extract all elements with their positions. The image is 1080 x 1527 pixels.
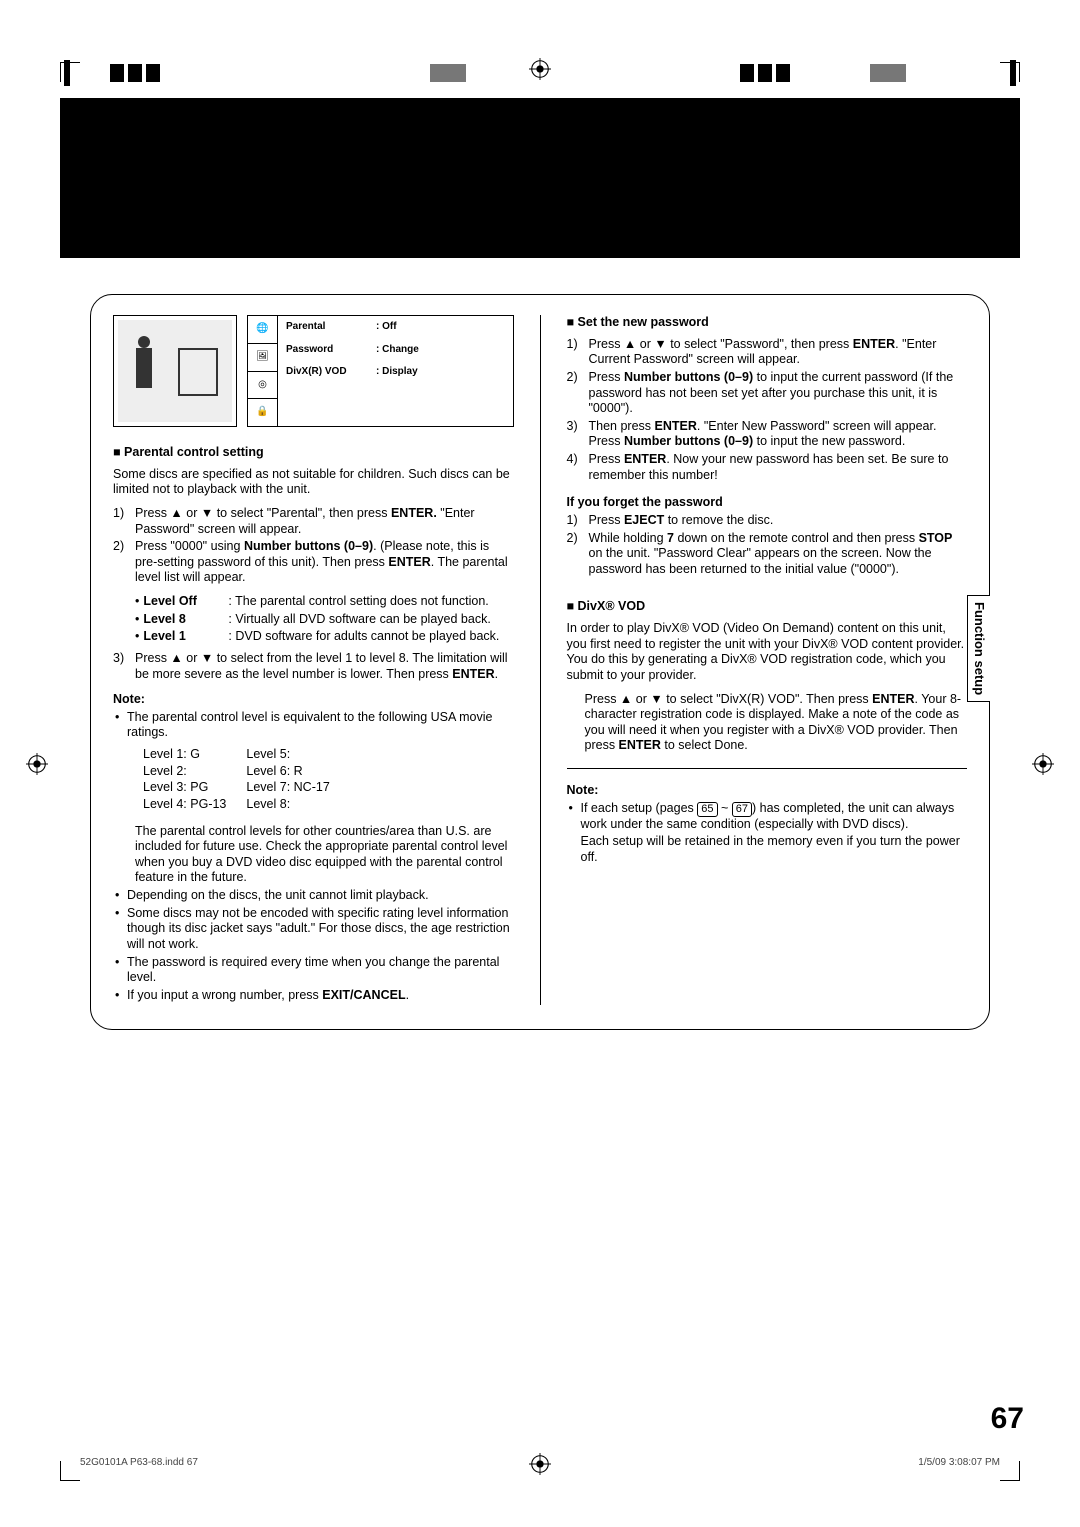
step-item: 3)Then press ENTER. "Enter New Password"… — [567, 419, 968, 450]
registration-mark-icon — [1032, 753, 1054, 775]
column-divider — [540, 315, 541, 1005]
tv-scene-thumbnail — [113, 315, 237, 427]
note-item: Depending on the discs, the unit cannot … — [113, 888, 514, 904]
registration-mark-icon — [529, 1453, 551, 1475]
section-heading: Parental control setting — [113, 445, 514, 461]
right-column: Set the new password 1)Press ▲ or ▼ to s… — [567, 315, 968, 1005]
section-heading: DivX® VOD — [567, 599, 968, 615]
step-item: 2)Press Number buttons (0–9) to input th… — [567, 370, 968, 417]
header-black-bar — [60, 98, 1020, 258]
body-text: In order to play DivX® VOD (Video On Dem… — [567, 621, 968, 684]
crop-mark — [1000, 1461, 1020, 1481]
step-item: 2)While holding 7 down on the remote con… — [567, 531, 968, 578]
note-item: If you input a wrong number, press EXIT/… — [113, 988, 514, 1004]
level-row: • Level 8: Virtually all DVD software ca… — [113, 612, 514, 628]
registration-mark-icon — [26, 753, 48, 775]
manual-page: Function setup 🌐 🖼 ◎ — [0, 0, 1080, 1527]
disc-icon: ◎ — [248, 372, 277, 400]
note-heading: Note: — [567, 783, 968, 799]
note-heading: Note: — [113, 692, 514, 708]
level-row: • Level 1: DVD software for adults canno… — [113, 629, 514, 645]
ratings-table: Level 1: GLevel 2:Level 3: PGLevel 4: PG… — [113, 747, 514, 814]
osd-row: DivX(R) VOD: Display — [278, 361, 513, 384]
footer-file: 52G0101A P63-68.indd 67 — [80, 1457, 198, 1470]
crop-mark — [60, 1461, 80, 1481]
lock-icon: 🔒 — [248, 399, 277, 426]
footer-timestamp: 1/5/09 3:08:07 PM — [918, 1457, 1000, 1470]
intro-text: Some discs are specified as not suitable… — [113, 467, 514, 498]
page-number: 67 — [991, 1400, 1024, 1438]
step-item: 1)Press ▲ or ▼ to select "Parental", the… — [113, 506, 514, 537]
picture-icon: 🖼 — [248, 344, 277, 372]
step-item: 2)Press "0000" using Number buttons (0–9… — [113, 539, 514, 586]
print-footer: 52G0101A P63-68.indd 67 1/5/09 3:08:07 P… — [80, 1457, 1000, 1470]
note-item: If each setup (pages 65 ~ 67) has comple… — [567, 801, 968, 833]
note-item: Each setup will be retained in the memor… — [567, 834, 968, 865]
step-item: 3)Press ▲ or ▼ to select from the level … — [113, 651, 514, 682]
section-heading: Set the new password — [567, 315, 968, 331]
osd-row: Parental: Off — [278, 316, 513, 339]
osd-figure: 🌐 🖼 ◎ 🔒 Parental: Off Password: Change D… — [113, 315, 514, 427]
step-item: 1)Press EJECT to remove the disc. — [567, 513, 968, 529]
horizontal-rule — [567, 768, 968, 769]
osd-row: Password: Change — [278, 339, 513, 362]
globe-abc-icon: 🌐 — [248, 316, 277, 344]
level-row: • Level Off: The parental control settin… — [113, 594, 514, 610]
step-item: 1)Press ▲ or ▼ to select "Password", the… — [567, 337, 968, 368]
subheading: If you forget the password — [567, 495, 968, 511]
section-side-tab: Function setup — [967, 595, 990, 702]
note-item: The parental control levels for other co… — [113, 824, 514, 887]
osd-menu-preview: 🌐 🖼 ◎ 🔒 Parental: Off Password: Change D… — [247, 315, 514, 427]
note-item: Some discs may not be encoded with speci… — [113, 906, 514, 953]
body-text: Press ▲ or ▼ to select "DivX(R) VOD". Th… — [567, 692, 968, 755]
step-item: 4)Press ENTER. Now your new password has… — [567, 452, 968, 483]
registration-mark-icon — [529, 58, 551, 80]
left-column: 🌐 🖼 ◎ 🔒 Parental: Off Password: Change D… — [113, 315, 514, 1005]
content-frame: Function setup 🌐 🖼 ◎ — [90, 294, 990, 1030]
note-item: The password is required every time when… — [113, 955, 514, 986]
note-item: The parental control level is equivalent… — [113, 710, 514, 741]
